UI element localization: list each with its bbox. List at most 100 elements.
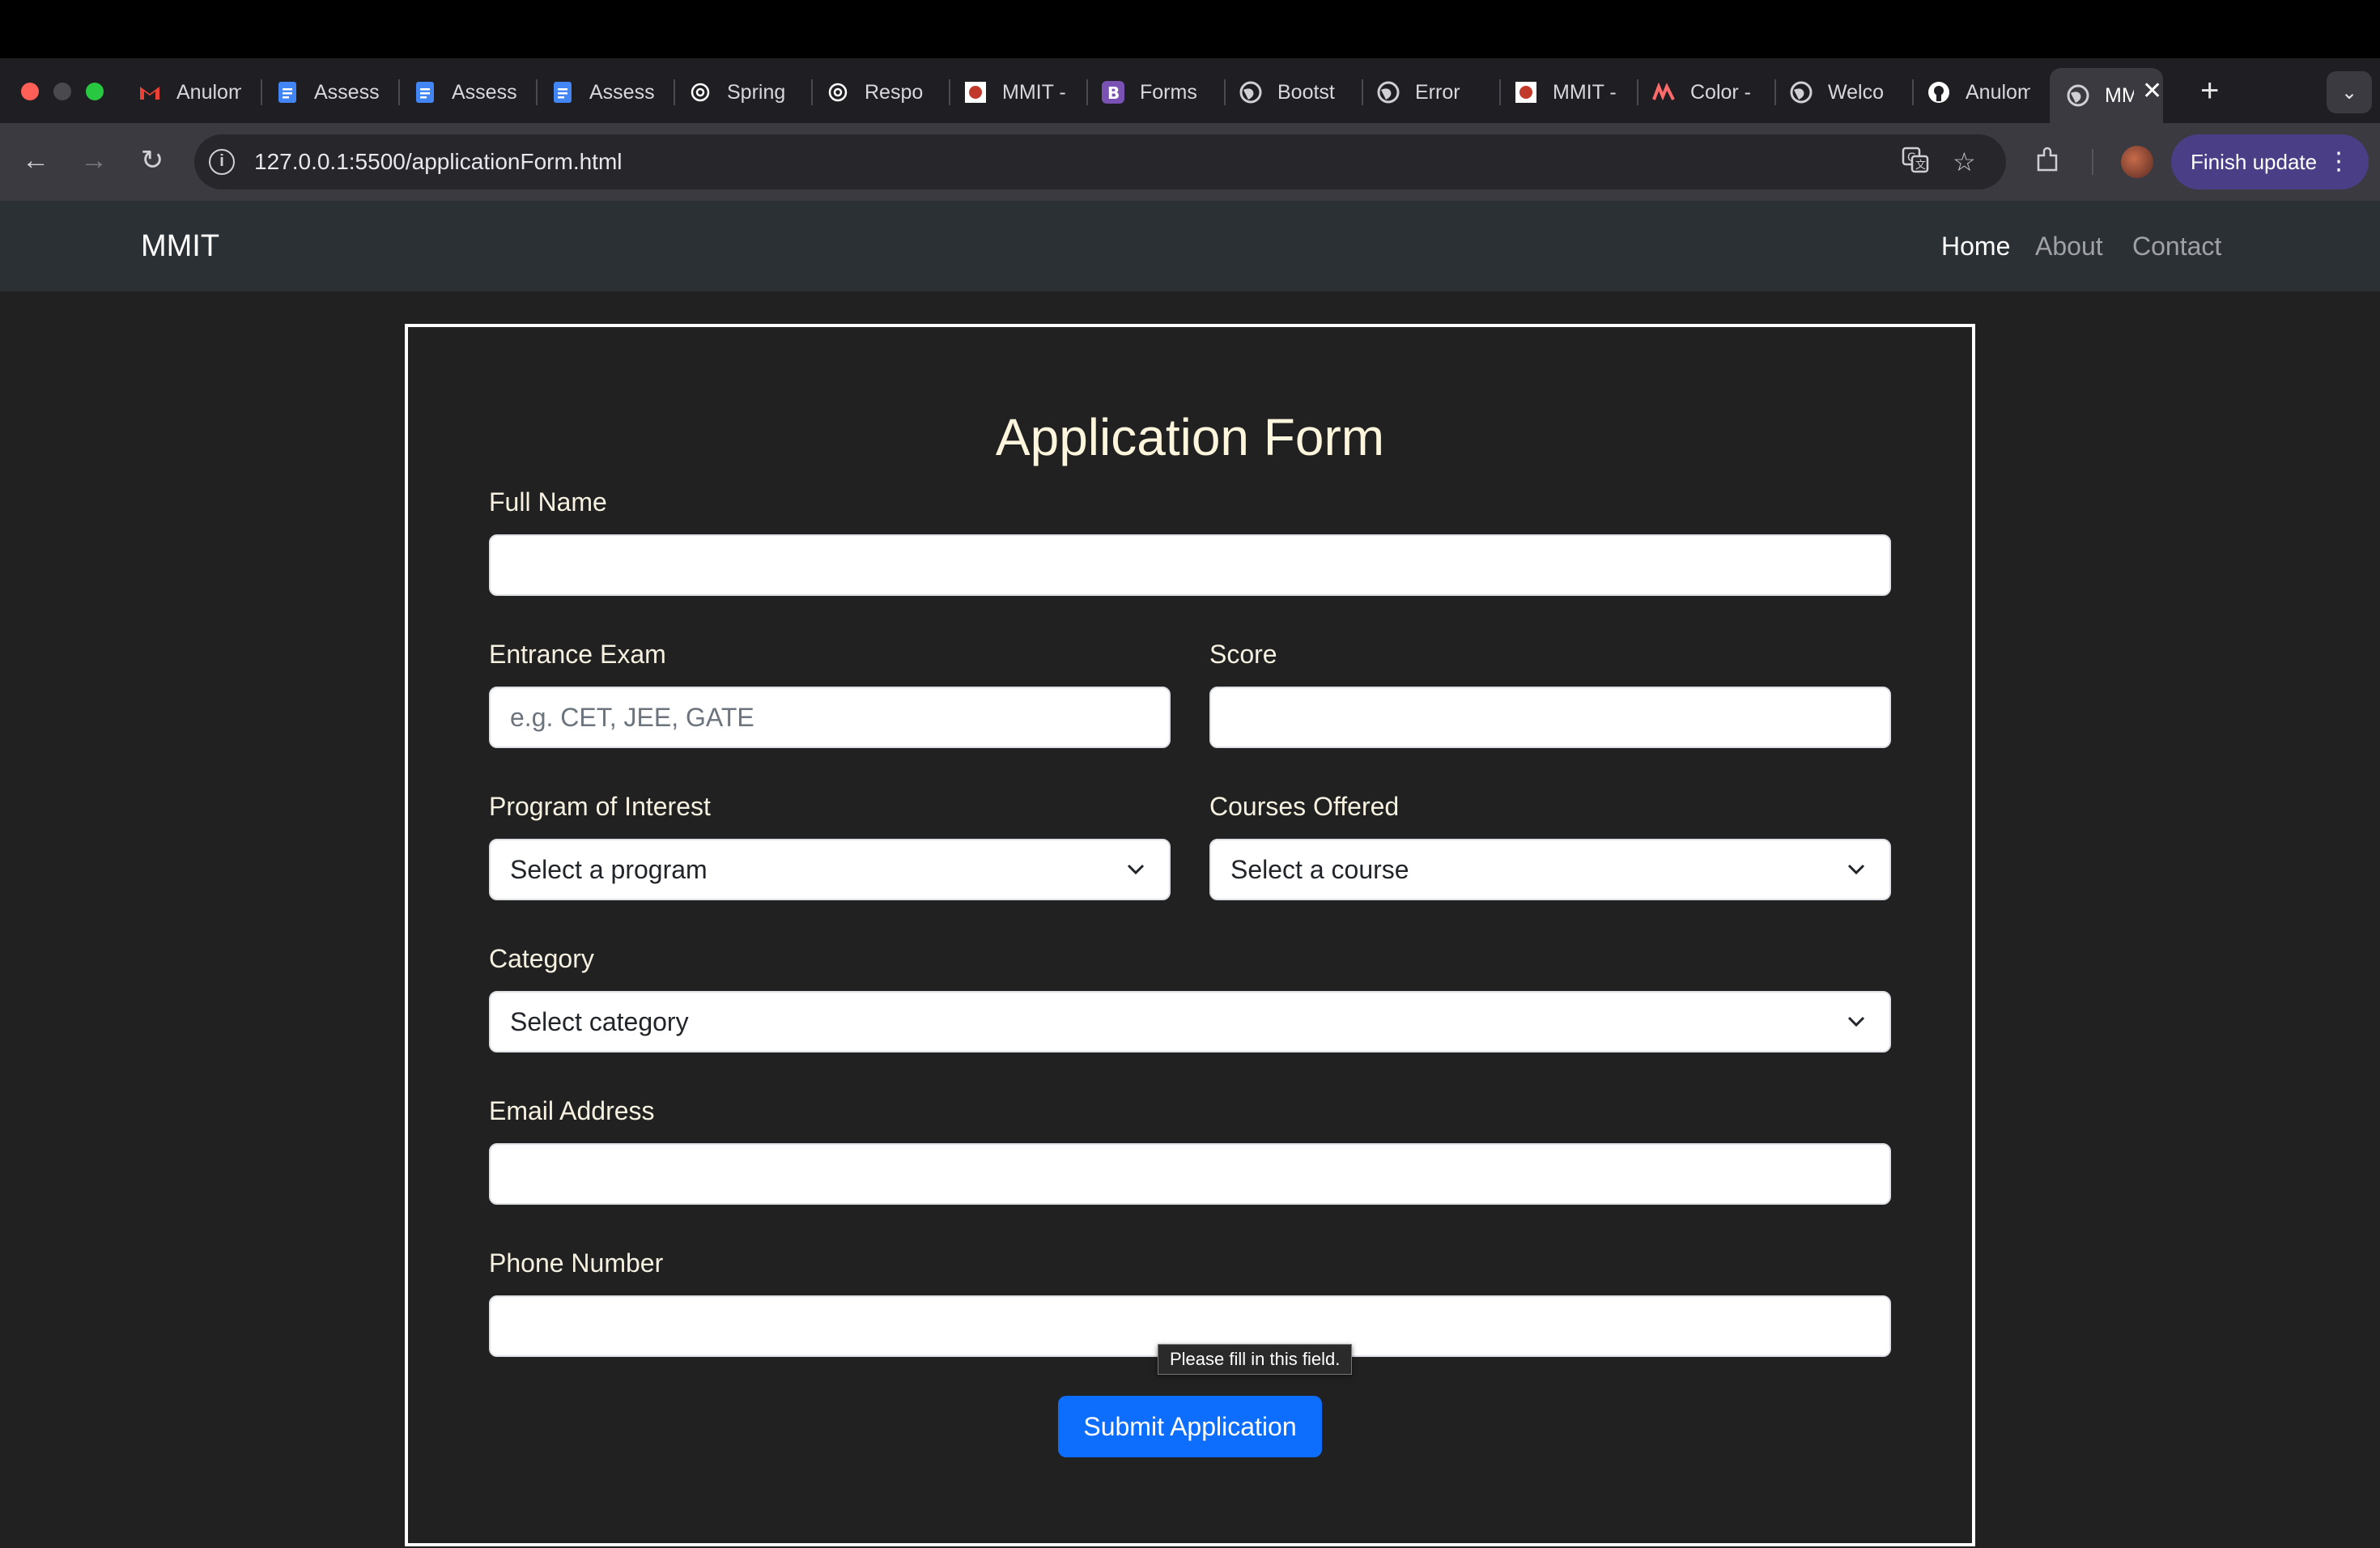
browser-tab[interactable]: Error [1376, 68, 1490, 117]
extensions-icon[interactable] [2034, 146, 2063, 182]
close-window-button[interactable] [21, 83, 39, 100]
category-select[interactable]: Select category [489, 991, 1891, 1053]
navbar-brand[interactable]: MMIT [141, 225, 219, 267]
courses-selected-value: Select a course [1230, 855, 1409, 884]
browser-tab[interactable]: Welco [1789, 68, 1902, 117]
browser-tab[interactable]: MMIT - [1514, 68, 1627, 117]
page-viewport: MMIT Home About Contact Application Form… [0, 201, 2380, 1548]
browser-tab[interactable]: Assess [550, 68, 664, 117]
bookmark-star-icon[interactable]: ☆ [1953, 146, 1976, 178]
tab-title: Color - [1690, 80, 1752, 104]
tab-separator [1499, 79, 1501, 105]
site-navbar: MMIT Home About Contact [0, 201, 2380, 291]
validation-tooltip: Please fill in this field. [1158, 1344, 1353, 1375]
program-select[interactable]: Select a program [489, 839, 1171, 900]
score-label: Score [1209, 640, 1277, 669]
tab-title: Assess [314, 80, 379, 104]
site-info-icon[interactable]: i [209, 149, 235, 175]
chevron-down-icon [1124, 840, 1148, 899]
gmail-icon [138, 80, 162, 104]
tab-separator [536, 79, 538, 105]
svg-text:文: 文 [1915, 159, 1926, 172]
tab-title: Welco [1828, 80, 1885, 104]
browser-tab[interactable]: Bootst [1239, 68, 1352, 117]
browser-tab[interactable]: MMIT - [963, 68, 1077, 117]
browser-tab[interactable]: B Forms [1101, 68, 1214, 117]
tab-separator [1774, 79, 1776, 105]
nav-link-home[interactable]: Home [1941, 228, 2010, 264]
tab-title: Respo [865, 80, 924, 104]
bootstrap-icon: B [1101, 80, 1125, 104]
entrance-exam-label: Entrance Exam [489, 640, 666, 669]
tab-separator [1086, 79, 1088, 105]
courses-label: Courses Offered [1209, 792, 1400, 821]
globe-icon [1789, 80, 1813, 104]
url-text[interactable]: 127.0.0.1:5500/applicationForm.html [254, 146, 623, 178]
email-input[interactable] [489, 1143, 1891, 1205]
tab-title: Bootst [1277, 80, 1335, 104]
courses-select[interactable]: Select a course [1209, 839, 1891, 900]
maximize-window-button[interactable] [86, 83, 104, 100]
tab-close-icon[interactable]: ✕ [2142, 78, 2162, 105]
browser-tab[interactable]: Color - [1651, 68, 1765, 117]
tab-separator [261, 79, 262, 105]
browser-tab[interactable]: Spring [688, 68, 801, 117]
globe-icon [1376, 80, 1400, 104]
form-title: Application Form [995, 408, 1385, 466]
browser-tab[interactable]: Assess [413, 68, 526, 117]
tab-title: Anulom [176, 80, 241, 104]
tab-separator [1637, 79, 1638, 105]
tab-separator [674, 79, 675, 105]
tab-separator [949, 79, 950, 105]
nav-link-contact[interactable]: Contact [2132, 228, 2221, 264]
docs-icon [413, 80, 437, 104]
os-top-bar [0, 0, 2380, 58]
browser-tab[interactable]: Respo [826, 68, 939, 117]
forward-arrow-icon[interactable]: → [78, 144, 110, 176]
profile-avatar[interactable] [2121, 146, 2153, 178]
github-icon [1927, 80, 1951, 104]
openai-icon [688, 80, 712, 104]
program-selected-value: Select a program [510, 855, 708, 884]
finish-update-button[interactable]: Finish update ⋮ [2171, 134, 2369, 189]
nav-link-about[interactable]: About [2035, 228, 2103, 264]
category-selected-value: Select category [510, 1007, 689, 1036]
tab-title: Assess [452, 80, 516, 104]
tab-title: MMIT - [1002, 80, 1066, 104]
browser-tab[interactable]: Anulom [1927, 68, 2040, 117]
back-arrow-icon[interactable]: ← [19, 144, 52, 176]
reload-icon[interactable]: ↻ [136, 144, 168, 176]
browser-tab[interactable]: Assess [275, 68, 389, 117]
openai-icon [826, 80, 850, 104]
tab-separator [811, 79, 813, 105]
full-name-label: Full Name [489, 487, 607, 517]
tab-title: MM [2105, 83, 2134, 107]
docs-icon [550, 80, 575, 104]
tab-separator [1224, 79, 1226, 105]
tab-separator [1362, 79, 1363, 105]
email-label: Email Address [489, 1096, 655, 1125]
mmit-logo-icon [1514, 80, 1538, 104]
more-menu-icon[interactable]: ⋮ [2327, 134, 2351, 189]
translate-icon[interactable]: G文 [1901, 146, 1930, 182]
chevron-down-icon [1844, 840, 1868, 899]
coolors-icon [1651, 80, 1676, 104]
tab-search-button[interactable]: ⌄ [2327, 71, 2372, 113]
globe-icon [2066, 83, 2090, 108]
tab-title: Error [1415, 80, 1460, 104]
browser-tab[interactable]: Anulom [138, 68, 251, 117]
toolbar-divider [2092, 149, 2093, 175]
docs-icon [275, 80, 300, 104]
tab-title: MMIT - [1553, 80, 1617, 104]
tab-title: Spring [727, 80, 786, 104]
tab-title: Forms [1140, 80, 1197, 104]
globe-icon [1239, 80, 1263, 104]
full-name-input[interactable] [489, 534, 1891, 596]
program-label: Program of Interest [489, 792, 711, 821]
minimize-window-button[interactable] [53, 83, 71, 100]
mmit-logo-icon [963, 80, 988, 104]
submit-application-button[interactable]: Submit Application [1058, 1396, 1322, 1457]
score-input[interactable] [1209, 687, 1891, 748]
new-tab-button[interactable]: + [2200, 73, 2219, 108]
entrance-exam-input[interactable]: e.g. CET, JEE, GATE [489, 687, 1171, 748]
